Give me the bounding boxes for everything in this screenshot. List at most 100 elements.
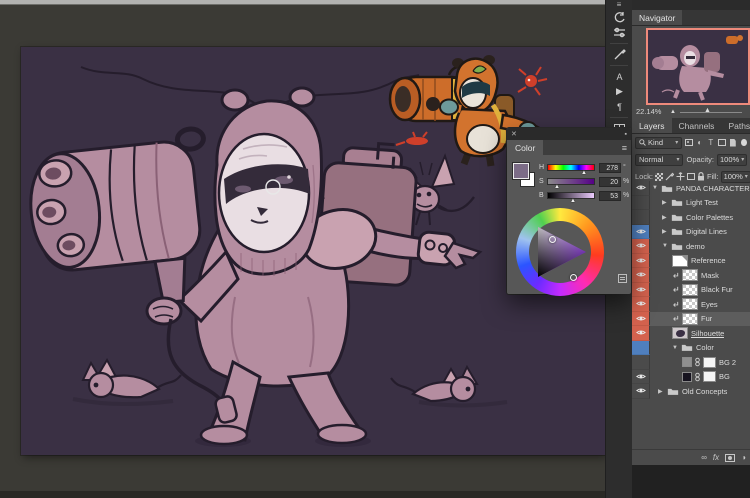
tab-layers[interactable]: Layers bbox=[632, 118, 672, 133]
layer-row-old-concepts[interactable]: ▶ Old Concepts bbox=[632, 384, 750, 399]
filter-shape-icon[interactable] bbox=[717, 137, 726, 148]
photoshop-window: ≡ A ▶ ¶ Navigator 22.14% ▲ ▲ Layers Chan… bbox=[0, 0, 750, 498]
tab-navigator[interactable]: Navigator bbox=[632, 10, 683, 25]
layer-row-color-group[interactable]: ▼ Color bbox=[632, 340, 750, 355]
visibility-toggle[interactable] bbox=[632, 282, 650, 297]
layer-row-bg2[interactable]: BG 2 bbox=[632, 355, 750, 370]
hue-slider[interactable] bbox=[547, 164, 595, 171]
filter-adjustment-icon[interactable]: ◐ bbox=[695, 137, 704, 148]
visibility-toggle[interactable] bbox=[632, 384, 650, 399]
filter-image-icon[interactable] bbox=[684, 137, 693, 148]
dock-empty-area bbox=[632, 465, 750, 498]
filter-type-icon[interactable]: T bbox=[706, 137, 715, 148]
layer-row-mask[interactable]: Mask bbox=[632, 268, 750, 283]
saturation-value-field[interactable]: 20 bbox=[599, 177, 621, 187]
navigator-zoom-slider[interactable] bbox=[680, 112, 742, 113]
panel-menu-icon[interactable]: ≡ bbox=[618, 140, 631, 155]
visibility-toggle[interactable] bbox=[632, 340, 650, 355]
layer-mask-thumbnail[interactable] bbox=[703, 356, 716, 368]
layer-thumbnail[interactable] bbox=[682, 312, 698, 325]
brightness-label: B bbox=[539, 192, 544, 199]
tab-paths[interactable]: Paths bbox=[721, 118, 750, 133]
visibility-toggle[interactable] bbox=[632, 181, 650, 196]
layer-thumbnail[interactable] bbox=[682, 269, 698, 282]
filter-kind-select[interactable]: Kind ▾ bbox=[635, 136, 683, 149]
layer-thumbnail[interactable] bbox=[682, 298, 698, 311]
layer-style-icon[interactable]: fx bbox=[713, 453, 719, 462]
layer-row-color-palettes[interactable]: ▶ Color Palettes bbox=[632, 210, 750, 225]
fill-swatch[interactable] bbox=[682, 357, 692, 368]
collapse-icon[interactable]: ▪ bbox=[625, 131, 627, 138]
hue-value-field[interactable]: 278 bbox=[599, 163, 621, 173]
layer-row-panda-character[interactable]: ▼ PANDA CHARACTER bbox=[632, 181, 750, 196]
saturation-brightness-triangle[interactable] bbox=[530, 222, 590, 282]
color-swatches bbox=[512, 162, 537, 189]
hue-slider-thumb[interactable]: ▲ bbox=[581, 170, 587, 176]
adjustment-layer-icon[interactable]: ◑ bbox=[741, 453, 746, 462]
layers-blend-row: Normal ▾ Opacity: 100% ▾ bbox=[632, 151, 750, 168]
hue-ring-marker[interactable] bbox=[570, 274, 577, 281]
link-icon bbox=[695, 357, 700, 367]
layer-row-digital-lines[interactable]: ▶ Digital Lines bbox=[632, 224, 750, 239]
layer-row-reference[interactable]: Reference bbox=[632, 253, 750, 268]
navigator-zoom-slider-thumb[interactable]: ▲ bbox=[704, 107, 711, 114]
blend-mode-select[interactable]: Normal ▾ bbox=[635, 153, 684, 166]
visibility-toggle[interactable] bbox=[632, 311, 650, 326]
layer-row-eyes[interactable]: Eyes bbox=[632, 297, 750, 312]
visibility-toggle[interactable] bbox=[632, 355, 650, 370]
brush-panel-icon[interactable] bbox=[606, 47, 633, 62]
filter-toggle-icon[interactable] bbox=[741, 139, 747, 146]
fill-label: Fill: bbox=[706, 172, 719, 181]
saturation-slider-thumb[interactable]: ▲ bbox=[554, 184, 560, 190]
filter-smart-object-icon[interactable] bbox=[728, 137, 737, 148]
visibility-toggle[interactable] bbox=[632, 326, 650, 341]
add-mask-icon[interactable] bbox=[725, 453, 736, 462]
zoom-out-icon[interactable]: ▲ bbox=[670, 109, 676, 115]
brightness-slider-thumb[interactable]: ▲ bbox=[570, 198, 576, 204]
brightness-unit: % bbox=[623, 192, 630, 199]
navigator-thumbnail[interactable] bbox=[646, 28, 750, 105]
close-icon[interactable]: ✕ bbox=[511, 130, 517, 138]
opacity-select[interactable]: 100% ▾ bbox=[717, 153, 747, 166]
workspace-bottom-edge bbox=[0, 491, 607, 498]
layer-thumbnail[interactable] bbox=[672, 327, 688, 340]
color-panel-header: ✕ ▪ bbox=[507, 128, 631, 140]
actions-panel-icon[interactable]: ▶ bbox=[606, 84, 633, 99]
visibility-toggle[interactable] bbox=[632, 195, 650, 210]
layer-thumbnail[interactable] bbox=[672, 254, 688, 267]
layer-mask-thumbnail[interactable] bbox=[703, 371, 716, 383]
layer-list: ▼ PANDA CHARACTER ▶ Light Test ▶ Color Pale… bbox=[632, 181, 750, 399]
link-layers-icon[interactable]: ∞ bbox=[701, 453, 707, 462]
brightness-value-field[interactable]: 53 bbox=[599, 191, 621, 201]
strip-menu-icon[interactable]: ≡ bbox=[606, 0, 632, 10]
character-panel-icon[interactable]: A bbox=[606, 69, 633, 84]
wheel-options-icon[interactable] bbox=[618, 274, 627, 283]
visibility-toggle[interactable] bbox=[632, 253, 650, 268]
lock-label: Lock: bbox=[635, 172, 653, 181]
history-brush-icon[interactable] bbox=[606, 10, 633, 25]
saturation-slider-row: S ▲ 20 % bbox=[539, 177, 629, 191]
color-wheel[interactable] bbox=[516, 208, 604, 296]
navigator-zoom-value[interactable]: 22.14% bbox=[636, 107, 661, 116]
dock-top-bar bbox=[632, 0, 750, 10]
layer-row-bg[interactable]: BG bbox=[632, 369, 750, 384]
visibility-toggle[interactable] bbox=[632, 239, 650, 254]
layer-row-fur[interactable]: Fur bbox=[632, 311, 750, 326]
brush-settings-icon[interactable] bbox=[606, 25, 633, 40]
visibility-toggle[interactable] bbox=[632, 224, 650, 239]
visibility-toggle[interactable] bbox=[632, 297, 650, 312]
visibility-toggle[interactable] bbox=[632, 369, 650, 384]
foreground-color-swatch[interactable] bbox=[512, 162, 530, 180]
layer-thumbnail[interactable] bbox=[682, 283, 698, 296]
triangle-picker-marker[interactable] bbox=[549, 236, 556, 243]
paragraph-panel-icon[interactable]: ¶ bbox=[606, 99, 633, 114]
layer-row-light-test[interactable]: ▶ Light Test bbox=[632, 195, 750, 210]
layer-row-black-fur[interactable]: Black Fur bbox=[632, 282, 750, 297]
tab-channels[interactable]: Channels bbox=[672, 118, 722, 133]
layer-row-demo[interactable]: ▼ demo bbox=[632, 239, 750, 254]
tab-color[interactable]: Color bbox=[507, 140, 544, 155]
visibility-toggle[interactable] bbox=[632, 268, 650, 283]
layer-row-silhouette[interactable]: Silhouette bbox=[632, 326, 750, 341]
fill-swatch[interactable] bbox=[682, 371, 692, 382]
visibility-toggle[interactable] bbox=[632, 210, 650, 225]
